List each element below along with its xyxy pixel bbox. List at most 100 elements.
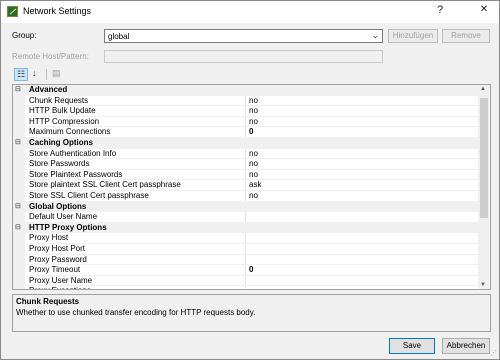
category-name: Advanced [29,85,68,94]
row-margin [13,275,25,287]
category-name: Caching Options [29,138,93,147]
save-button[interactable]: Save [389,338,435,354]
description-text: Whether to use chunked transfer encoding… [16,308,256,317]
collapse-icon[interactable]: ⊟ [15,138,21,146]
property-name: Store plaintext SSL Client Cert passphra… [29,180,181,190]
property-row[interactable]: Store Passwords no [13,159,478,170]
category-row[interactable]: ⊟ Advanced [13,85,478,96]
property-value[interactable]: 0 [249,127,253,136]
collapse-icon[interactable]: ⊟ [15,202,21,210]
property-pages-icon: ▤ [52,68,61,78]
property-name: Store Passwords [29,159,90,169]
alphabetical-view-button[interactable]: ↓ [30,68,44,81]
property-row[interactable]: Proxy Timeout 0 [13,265,478,276]
scroll-down-icon[interactable]: ▼ [480,282,486,288]
toolbar-divider [46,69,47,80]
property-name: Proxy Exceptions [29,286,91,289]
property-pages-button[interactable]: ▤ [50,68,64,81]
category-row[interactable]: ⊟ HTTP Proxy Options [13,222,478,234]
property-value[interactable]: ask [249,180,261,189]
property-row[interactable]: HTTP Bulk Update no [13,106,478,117]
row-margin [13,159,25,170]
property-name: HTTP Compression [29,116,100,126]
remove-button[interactable]: Remove [442,29,490,43]
property-grid[interactable]: ⊟ Advanced Chunk Requests no HTTP Bulk Updat… [12,84,491,290]
chevron-down-icon[interactable]: ⌄ [371,30,379,41]
property-row[interactable]: Default User Name [13,212,478,223]
property-row[interactable]: Chunk Requests no [13,95,478,107]
property-value[interactable]: no [249,106,258,115]
column-separator[interactable] [245,286,246,289]
category-row[interactable]: ⊟ Global Options [13,201,478,213]
property-name: Proxy Password [29,254,87,264]
property-name: Proxy Host Port [29,244,86,253]
category-name: HTTP Proxy Options [29,222,107,232]
row-margin [13,244,25,255]
property-row[interactable]: Proxy Host [13,233,478,244]
add-button[interactable]: Hinzufügen [388,29,438,43]
category-name: Global Options [29,201,87,211]
property-row[interactable]: Store Authentication Info no [13,148,478,160]
group-combobox[interactable]: global ⌄ [104,29,383,43]
row-margin [13,95,25,107]
collapse-icon[interactable]: ⊟ [15,85,21,93]
scrollbar-thumb[interactable] [480,98,488,218]
category-row[interactable]: ⊟ Caching Options [13,138,478,149]
row-margin [13,265,25,276]
property-row[interactable]: Proxy Password [13,254,478,266]
group-label: Group: [12,31,37,40]
scroll-up-icon[interactable]: ▲ [480,86,486,92]
sort-az-icon: ↓ [32,68,37,78]
remote-host-input[interactable] [104,50,383,63]
property-name: Proxy Timeout [29,265,81,275]
row-margin [13,233,25,244]
row-margin [13,254,25,266]
property-name: Default User Name [29,212,98,222]
property-value[interactable]: no [249,96,258,105]
property-row[interactable]: Store SSL Client Cert passphrase no [13,191,478,202]
row-margin [13,148,25,160]
row-margin [13,180,25,191]
close-button[interactable]: ✕ [477,4,491,15]
description-panel: Chunk Requests Whether to use chunked tr… [12,294,491,332]
property-value[interactable]: 0 [249,265,253,274]
row-margin [13,116,25,128]
row-margin [13,212,25,223]
group-value: global [108,32,130,41]
title-bar[interactable]: Network Settings ? ✕ [1,1,499,23]
property-row[interactable]: Maximum Connections 0 [13,127,478,138]
property-value[interactable]: no [249,159,258,168]
property-value[interactable]: no [249,170,258,179]
cancel-button[interactable]: Abbrechen [442,338,490,354]
property-row[interactable]: Proxy User Name [13,275,478,287]
property-value[interactable]: no [249,117,258,126]
row-margin [13,106,25,117]
property-row[interactable]: Store Plaintext Passwords no [13,169,478,181]
categorized-view-button[interactable]: ☷ [14,68,28,81]
help-button[interactable]: ? [433,4,447,16]
property-row[interactable]: HTTP Compression no [13,116,478,128]
property-name: Store Plaintext Passwords [29,169,123,179]
property-value[interactable]: no [249,149,258,158]
row-margin [13,286,25,289]
row-margin [13,191,25,202]
remote-host-label: Remote Host/Pattern: [12,52,89,61]
property-value[interactable]: no [249,191,258,200]
window-title: Network Settings [23,6,92,16]
row-margin [13,127,25,138]
property-row[interactable]: Store plaintext SSL Client Cert passphra… [13,180,478,191]
row-margin [13,169,25,181]
collapse-icon[interactable]: ⊟ [15,223,21,231]
property-name: Proxy User Name [29,275,93,285]
resize-grip-icon[interactable]: ⋰ [490,349,497,357]
app-icon [7,6,18,17]
network-settings-window: Network Settings ? ✕ Group: global ⌄ Hin… [0,0,500,360]
vertical-scrollbar[interactable]: ▲ ▼ [478,85,490,289]
property-name: Maximum Connections [29,127,111,137]
property-name: HTTP Bulk Update [29,106,96,116]
property-row[interactable]: Proxy Host Port [13,244,478,255]
property-name: Chunk Requests [29,95,89,105]
property-row[interactable]: Proxy Exceptions [13,286,478,289]
description-title: Chunk Requests [16,297,80,306]
property-name: Store Authentication Info [29,148,117,158]
